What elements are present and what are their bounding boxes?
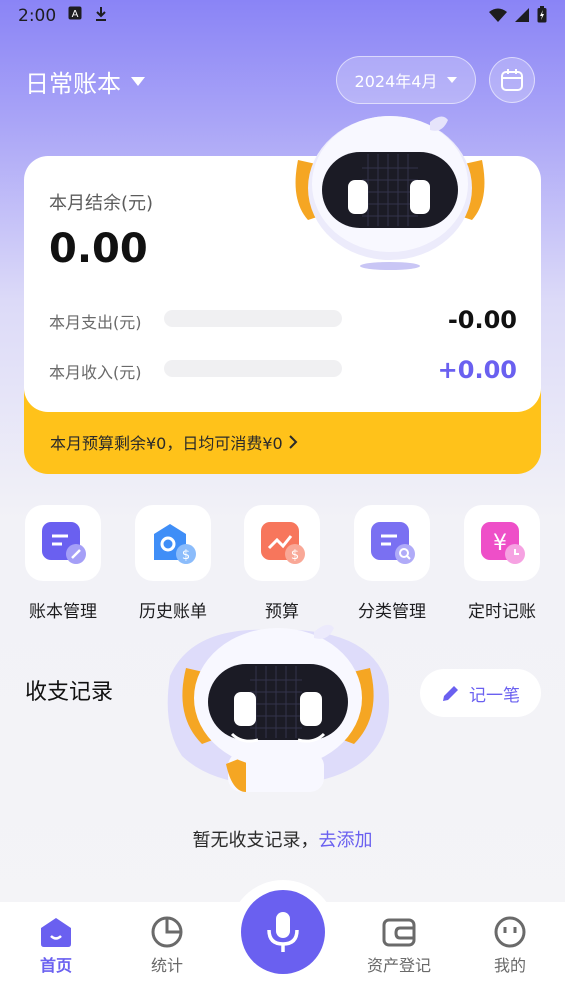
empty-state: 暂无收支记录，去添加 xyxy=(0,826,565,852)
robot-mascot-illustration xyxy=(295,116,485,270)
month-label: 2024年4月 xyxy=(354,72,438,91)
battery-icon xyxy=(537,6,547,23)
svg-text:A: A xyxy=(72,9,79,20)
records-title: 收支记录 xyxy=(25,680,114,705)
quick-action-label: 定时记账 xyxy=(468,602,536,622)
font-a-icon: A xyxy=(68,6,82,20)
ledger-manage-icon xyxy=(42,522,86,564)
wifi-icon xyxy=(489,8,507,22)
add-record-label: 记一笔 xyxy=(469,685,520,706)
svg-text:$: $ xyxy=(291,548,299,563)
wallet-icon xyxy=(382,918,416,947)
quick-action-history-bill[interactable]: $ 历史账单 xyxy=(135,505,211,622)
quick-action-budget[interactable]: $ 预算 xyxy=(244,505,320,622)
empty-message: 暂无收支记录， xyxy=(192,830,319,851)
expense-label: 本月支出(元) xyxy=(49,313,142,332)
category-manage-icon xyxy=(371,522,415,564)
budget-summary[interactable]: 本月预算剩余¥0，日均可消费¥0 xyxy=(50,430,298,454)
ledger-title: 日常账本 xyxy=(25,70,121,98)
quick-action-scheduled-entry[interactable]: ¥ 定时记账 xyxy=(464,505,540,622)
calendar-icon xyxy=(501,69,523,91)
balance-label: 本月结余(元) xyxy=(49,193,154,214)
ledger-selector[interactable]: 日常账本 xyxy=(25,64,145,99)
home-icon xyxy=(41,918,71,947)
calendar-button[interactable] xyxy=(489,57,535,103)
nav-home-label: 首页 xyxy=(39,956,72,975)
income-value: +0.00 xyxy=(437,356,517,384)
nav-assets[interactable]: 资产登记 xyxy=(359,912,439,976)
add-record-link[interactable]: 去添加 xyxy=(319,830,373,851)
svg-text:$: $ xyxy=(182,548,190,563)
history-bill-icon: $ xyxy=(154,524,196,564)
caret-down-icon xyxy=(131,77,145,86)
expense-bar xyxy=(164,310,342,327)
budget-text: 本月预算剩余¥0，日均可消费¥0 xyxy=(50,434,283,453)
download-icon xyxy=(96,7,106,21)
status-time: 2:00 xyxy=(18,6,57,26)
pencil-icon xyxy=(443,686,458,701)
pie-chart-icon xyxy=(151,916,183,948)
budget-icon: $ xyxy=(261,522,305,564)
income-bar xyxy=(164,360,342,377)
nav-home[interactable]: 首页 xyxy=(16,912,96,976)
microphone-icon xyxy=(267,912,299,952)
nav-mine[interactable]: 我的 xyxy=(470,912,550,976)
nav-assets-label: 资产登记 xyxy=(366,956,431,975)
quick-action-ledger-manage[interactable]: 账本管理 xyxy=(25,505,101,622)
signal-icon xyxy=(515,7,529,22)
month-picker[interactable]: 2024年4月 xyxy=(336,56,476,104)
nav-mine-label: 我的 xyxy=(493,956,526,975)
expense-value: -0.00 xyxy=(447,306,517,334)
add-record-button[interactable]: 记一笔 xyxy=(420,669,541,717)
chevron-right-icon xyxy=(289,435,298,449)
empty-robot-illustration xyxy=(167,624,390,792)
scheduled-entry-icon: ¥ xyxy=(481,522,525,564)
income-label: 本月收入(元) xyxy=(49,363,142,382)
caret-down-icon xyxy=(447,77,458,83)
balance-value: 0.00 xyxy=(49,226,148,272)
quick-action-category-manage[interactable]: 分类管理 xyxy=(354,505,430,622)
quick-action-label: 账本管理 xyxy=(29,602,97,622)
svg-text:¥: ¥ xyxy=(493,531,507,556)
nav-stats[interactable]: 统计 xyxy=(127,912,207,976)
nav-stats-label: 统计 xyxy=(150,956,183,975)
voice-input-button[interactable] xyxy=(241,890,325,974)
profile-face-icon xyxy=(494,916,526,948)
